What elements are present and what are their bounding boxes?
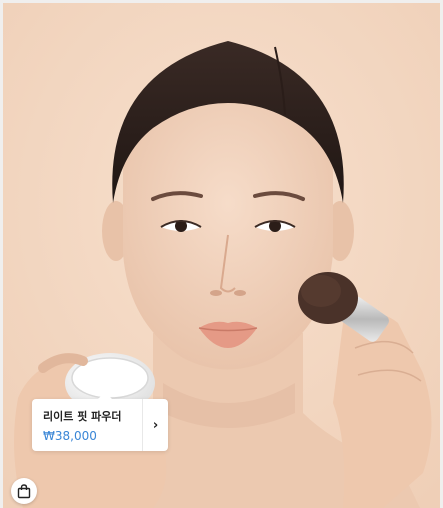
shopping-bag-button[interactable]: [11, 478, 37, 504]
chevron-right-icon[interactable]: ›: [143, 399, 168, 451]
product-tag-popup[interactable]: 리이트 핏 파우더 ₩38,000 ›: [32, 392, 168, 451]
product-name: 리이트 핏 파우더: [43, 410, 122, 423]
shopping-bag-icon: [17, 483, 31, 498]
product-price: ₩38,000: [43, 429, 97, 443]
product-image-card: 리이트 핏 파우더 ₩38,000 ›: [3, 3, 440, 508]
